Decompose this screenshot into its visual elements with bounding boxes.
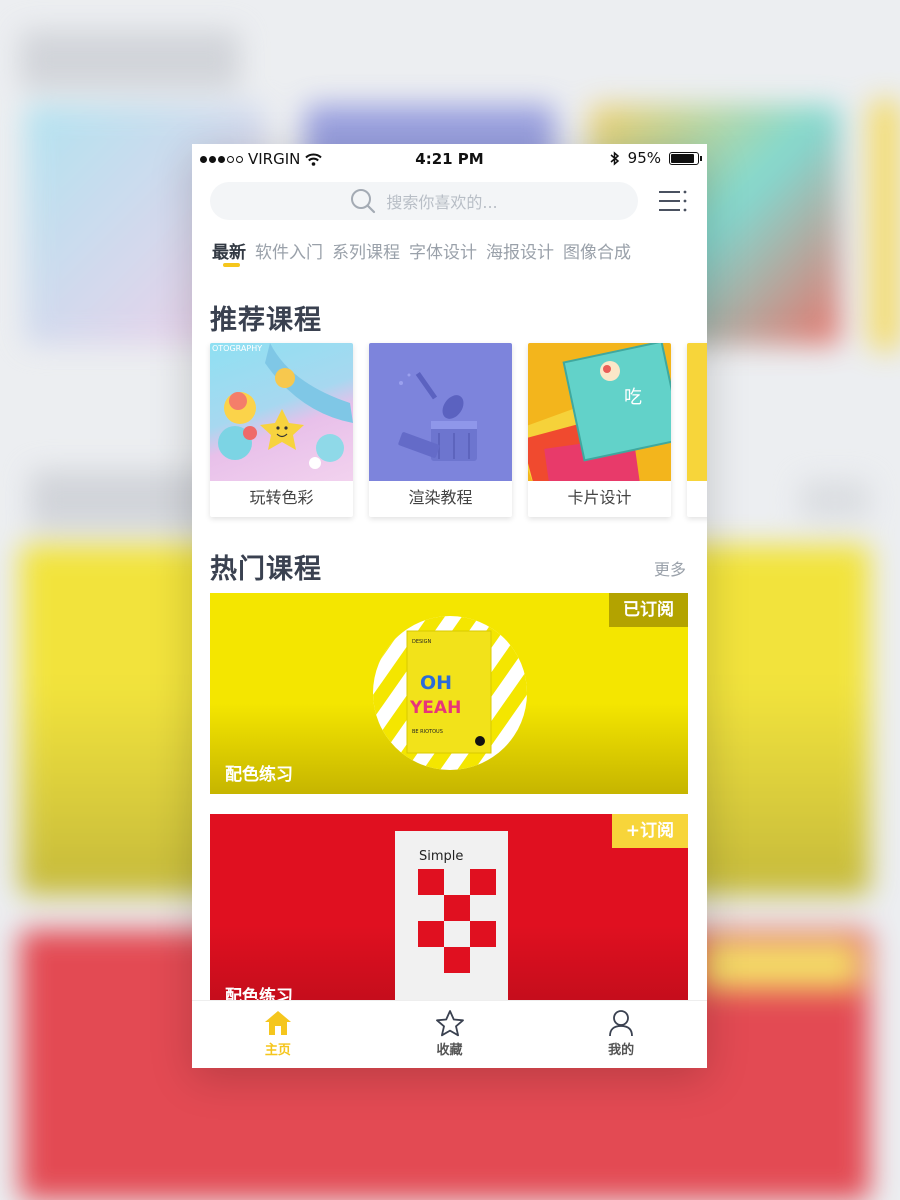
status-bar: VIRGIN 4:21 PM 95%: [192, 144, 707, 172]
battery-icon: [669, 151, 702, 165]
poster-title: Simple: [419, 849, 463, 864]
hot-course-title: 配色练习: [225, 987, 293, 1000]
tab-font-design[interactable]: 字体设计: [409, 238, 477, 263]
subscribe-button[interactable]: +订阅: [611, 814, 688, 848]
course-title: 卡片设计: [567, 488, 632, 507]
user-icon: [609, 1010, 634, 1037]
tab-software-intro[interactable]: 软件入门: [255, 238, 323, 263]
tabbar-home[interactable]: 主页: [192, 1001, 364, 1068]
list-menu-icon[interactable]: [658, 189, 688, 213]
recommended-card-color[interactable]: OTOGRAPHY 玩转色彩: [210, 343, 353, 517]
hot-course-title: 配色练习: [225, 765, 293, 785]
active-tab-indicator: [223, 263, 240, 267]
course-thumbnail: OTOGRAPHY: [210, 343, 353, 481]
thumbnail-caption: 吃: [624, 387, 642, 408]
search-placeholder: 搜索你喜欢的...: [386, 193, 498, 212]
recommended-card-cards[interactable]: 吃 卡片设计: [528, 343, 671, 517]
tab-image-compositing[interactable]: 图像合成: [563, 238, 631, 263]
tabbar-profile[interactable]: 我的: [535, 1001, 707, 1068]
star-icon: [435, 1010, 464, 1037]
recommended-card-render[interactable]: 渲染教程: [369, 343, 512, 517]
search-bar[interactable]: 搜索你喜欢的...: [210, 182, 638, 220]
search-icon: [351, 189, 376, 214]
tab-poster-design[interactable]: 海报设计: [486, 238, 554, 263]
bottom-tab-bar: 主页 收藏 我的: [192, 1000, 707, 1068]
poster-headline-1: OH: [420, 672, 452, 694]
recommended-card-partial[interactable]: [687, 343, 707, 517]
tabbar-home-label: 主页: [264, 1043, 291, 1058]
course-title: 玩转色彩: [249, 488, 314, 507]
recommended-section-title: 推荐课程: [210, 305, 322, 336]
hot-section-title: 热门课程: [210, 554, 322, 585]
poster-top-text: DESIGN: [412, 639, 432, 645]
tabbar-profile-label: 我的: [608, 1043, 635, 1058]
poster-headline-2: YEAH: [409, 698, 461, 718]
battery-percent: 95%: [627, 149, 661, 167]
category-tabs: 最新 软件入门 系列课程 字体设计 海报设计 图像合成: [212, 238, 631, 263]
home-icon: [264, 1011, 291, 1035]
course-thumbnail: [369, 343, 512, 481]
poster-bottom-text: BE RIOTOUS: [412, 729, 443, 735]
subscribed-badge[interactable]: 已订阅: [609, 593, 688, 627]
tabbar-favorites[interactable]: 收藏: [364, 1001, 536, 1068]
course-thumbnail: [687, 343, 707, 481]
hot-course-card[interactable]: Simple +订阅 配色练习: [210, 814, 688, 1000]
tab-latest[interactable]: 最新: [212, 238, 246, 263]
hot-course-card[interactable]: DESIGN OH YEAH BE RIOTOUS 已订阅 配色练习: [210, 593, 688, 794]
more-link[interactable]: 更多: [654, 556, 686, 580]
course-thumbnail: 吃: [528, 343, 671, 481]
tabbar-favorites-label: 收藏: [436, 1043, 463, 1058]
course-title: 渲染教程: [408, 488, 473, 507]
bluetooth-icon: [610, 150, 619, 166]
thumbnail-caption: OTOGRAPHY: [212, 344, 262, 353]
tab-series-courses[interactable]: 系列课程: [332, 238, 400, 263]
phone-screen: VIRGIN 4:21 PM 95% 搜索你喜欢的... 最新 软件入门 系列课…: [192, 144, 707, 1068]
